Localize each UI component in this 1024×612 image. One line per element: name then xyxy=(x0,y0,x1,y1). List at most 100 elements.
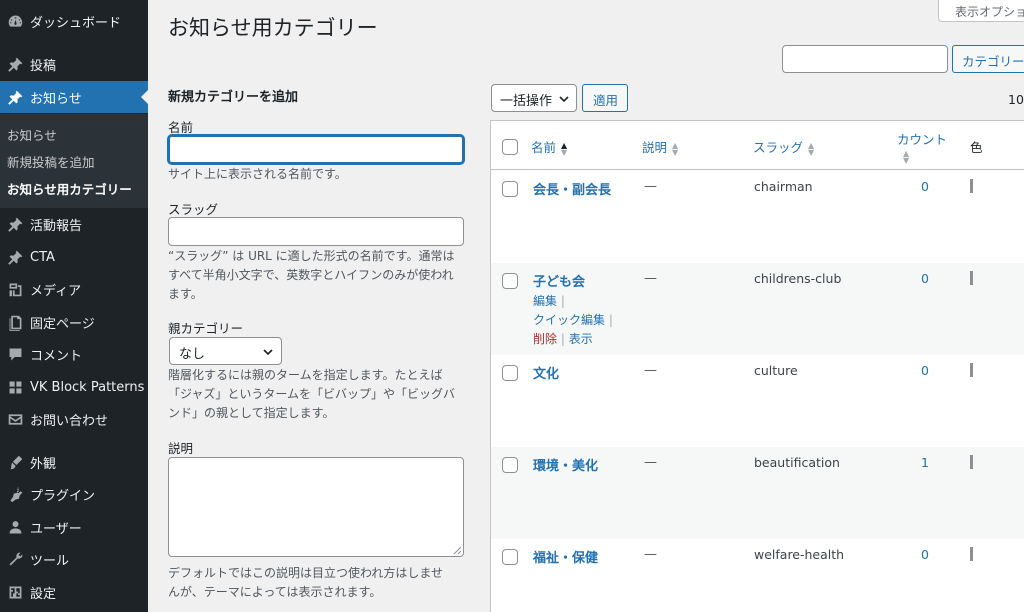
parent-help-line: ンド」の親として指定します。 xyxy=(168,406,335,420)
bulk-action-select[interactable]: 一括操作 xyxy=(491,84,577,112)
chevron-down-icon xyxy=(559,96,569,103)
separator: | xyxy=(608,313,613,327)
sort-icon: ▲ ▼ xyxy=(672,140,679,157)
description-help: デフォルトではこの説明は目立つ使われ方はしませ んが、テーマによっては表示されま… xyxy=(168,564,468,602)
slug-input[interactable] xyxy=(168,217,464,246)
row-actions: 編集 | クイック編集 | 削除 | 表示 xyxy=(533,292,613,349)
category-count-link[interactable]: 0 xyxy=(921,547,929,562)
menu-plugins[interactable]: プラグイン xyxy=(0,478,148,510)
menu-news[interactable]: お知らせ xyxy=(0,81,148,113)
category-slug: childrens-club xyxy=(754,271,842,286)
edit-link[interactable]: 編集 xyxy=(533,294,557,308)
separator: | xyxy=(560,294,565,308)
screen-options-button[interactable]: 表示オプション xyxy=(938,0,1024,22)
pin-icon xyxy=(5,54,25,74)
description-label: 説明 xyxy=(168,441,194,456)
user-icon xyxy=(5,517,25,537)
name-input[interactable] xyxy=(168,135,464,164)
category-name-link[interactable]: 子ども会 xyxy=(533,271,585,290)
menu-media[interactable]: メディア xyxy=(0,273,148,305)
column-description-label: 説明 xyxy=(642,140,668,155)
add-category-heading: 新規カテゴリーを追加 xyxy=(168,90,299,105)
category-slug: welfare-health xyxy=(754,547,845,562)
column-count[interactable]: カウント ▲ ▼ xyxy=(897,129,947,164)
category-name-link[interactable]: 文化 xyxy=(533,363,559,382)
parent-category-select[interactable]: なし xyxy=(169,337,282,365)
table-row: 子ども会 編集 | クイック編集 | 削除 | 表示 — childrens-c… xyxy=(491,263,1024,355)
menu-tools[interactable]: ツール xyxy=(0,543,148,575)
column-count-label: カウント xyxy=(897,132,948,147)
menu-cta[interactable]: CTA xyxy=(0,241,148,273)
submenu-news-list[interactable]: お知らせ xyxy=(7,125,57,144)
row-checkbox[interactable] xyxy=(502,273,518,289)
admin-sidebar: ダッシュボード 投稿 お知らせ お知らせ 新規投稿を追加 お知らせ用カテゴリー … xyxy=(0,0,148,612)
category-name-link[interactable]: 環境・美化 xyxy=(533,455,598,474)
category-count-link[interactable]: 0 xyxy=(921,179,929,194)
description-textarea[interactable] xyxy=(168,457,464,557)
category-color-swatch xyxy=(970,179,973,193)
menu-contact[interactable]: お問い合わせ xyxy=(0,403,148,435)
row-checkbox[interactable] xyxy=(502,365,518,381)
menu-pages[interactable]: 固定ページ xyxy=(0,306,148,338)
resize-grip-icon[interactable] xyxy=(453,546,461,554)
view-link[interactable]: 表示 xyxy=(569,332,593,346)
column-name[interactable]: 名前 ▲ ▼ xyxy=(531,137,567,156)
row-checkbox[interactable] xyxy=(502,457,518,473)
submenu-add-new[interactable]: 新規投稿を追加 xyxy=(7,152,95,171)
sort-icon: ▲ ▼ xyxy=(808,140,815,157)
search-input[interactable] xyxy=(782,45,948,73)
slug-help: “スラッグ” は URL に適した形式の名前です。通常は すべて半角小文字で、英… xyxy=(168,247,468,304)
slug-help-line: “スラッグ” は URL に適した形式の名前です。通常は xyxy=(168,249,455,263)
pin-icon xyxy=(5,247,25,267)
parent-help-line: 階層化するには親のタームを指定します。たとえば xyxy=(168,368,443,382)
column-name-label: 名前 xyxy=(531,140,557,155)
column-slug-label: スラッグ xyxy=(753,140,804,155)
category-count-link[interactable]: 0 xyxy=(921,271,929,286)
row-checkbox[interactable] xyxy=(502,181,518,197)
slug-help-line: すべて半角小文字で、英数字とハイフンのみが使われ xyxy=(168,268,454,282)
menu-posts[interactable]: 投稿 xyxy=(0,48,148,80)
name-label: 名前 xyxy=(168,120,194,135)
column-description[interactable]: 説明 ▲ ▼ xyxy=(642,137,678,156)
category-description: — xyxy=(644,179,657,194)
category-name-link[interactable]: 福祉・保健 xyxy=(533,547,598,566)
parent-help: 階層化するには親のタームを指定します。たとえば 「ジャズ」というタームを「ビバッ… xyxy=(168,366,468,423)
menu-users[interactable]: ユーザー xyxy=(0,511,148,543)
menu-comments[interactable]: コメント xyxy=(0,338,148,370)
category-description: — xyxy=(644,363,657,378)
parent-select-value: なし xyxy=(179,347,206,362)
category-color-swatch xyxy=(970,363,973,377)
parent-help-line: 「ジャズ」というタームを「ビバップ」や「ビッグバ xyxy=(168,387,456,401)
menu-vk-block-patterns[interactable]: VK Block Patterns xyxy=(0,371,148,403)
description-help-line: んが、テーマによっては表示されます。 xyxy=(168,585,382,599)
menu-appearance[interactable]: 外観 xyxy=(0,446,148,478)
menu-activity-report[interactable]: 活動報告 xyxy=(0,208,148,240)
quick-edit-link[interactable]: クイック編集 xyxy=(533,313,605,327)
sort-icon: ▲ ▼ xyxy=(561,140,568,157)
category-name-link[interactable]: 会長・副会長 xyxy=(533,179,611,198)
settings-icon xyxy=(5,582,25,602)
table-header: 名前 ▲ ▼ 説明 ▲ ▼ スラッグ ▲ ▼ カウント ▲ ▼ 色 xyxy=(491,121,1024,170)
search-categories-button[interactable]: カテゴリーを検索 xyxy=(952,45,1024,73)
column-slug[interactable]: スラッグ ▲ ▼ xyxy=(753,137,814,156)
table-row: 福祉・保健 — welfare-health 0 xyxy=(491,539,1024,612)
dashboard-icon xyxy=(5,11,25,31)
menu-dashboard[interactable]: ダッシュボード xyxy=(0,5,148,37)
category-color-swatch xyxy=(970,455,973,469)
name-help: サイト上に表示される名前です。 xyxy=(168,167,347,181)
menu-settings[interactable]: 設定 xyxy=(0,576,148,608)
submenu-news-categories[interactable]: お知らせ用カテゴリー xyxy=(7,179,132,198)
delete-link[interactable]: 削除 xyxy=(533,332,557,346)
category-description: — xyxy=(644,271,657,286)
category-slug: chairman xyxy=(754,179,813,194)
row-checkbox[interactable] xyxy=(502,549,518,565)
apply-button[interactable]: 適用 xyxy=(582,84,628,112)
slug-label: スラッグ xyxy=(168,202,219,217)
category-count-link[interactable]: 1 xyxy=(921,455,929,470)
category-description: — xyxy=(644,455,657,470)
table-row: 文化 — culture 0 xyxy=(491,355,1024,447)
media-icon xyxy=(5,279,25,299)
category-count-link[interactable]: 0 xyxy=(921,363,929,378)
items-count: 10件 xyxy=(1008,92,1024,107)
select-all-checkbox[interactable] xyxy=(502,139,518,155)
